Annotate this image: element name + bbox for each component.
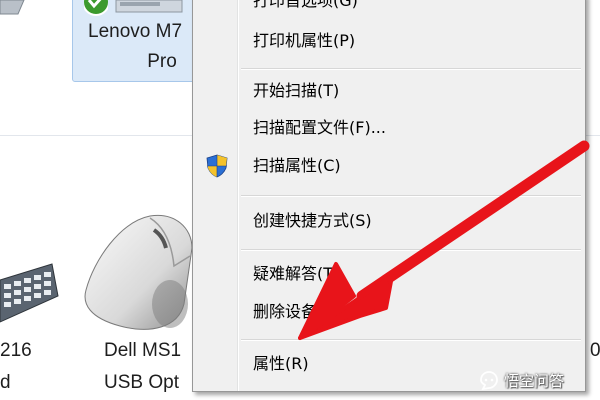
menu-icon-gutter-highlight [238, 0, 239, 391]
menu-item-label: 疑难解答(T) [253, 264, 340, 283]
menu-item-label: 属性(R) [253, 354, 309, 373]
menu-item-printing-preferences[interactable]: 打印首选项(G) [195, 0, 581, 17]
device-label-dell-mouse-line2: USB Opt [104, 372, 179, 393]
default-device-check-icon [84, 0, 108, 16]
menu-separator [241, 195, 581, 197]
device-label-partial-right: 0 [590, 340, 600, 361]
menu-item-label: 开始扫描(T) [253, 81, 340, 100]
printer-icon [115, 0, 183, 13]
menu-item-label: 扫描配置文件(F)... [253, 118, 386, 137]
context-menu: 打印首选项(G) 打印机属性(P) 开始扫描(T) 扫描配置文件(F)... 扫… [192, 0, 586, 392]
device-label-keyboard-line2: d [0, 372, 11, 393]
menu-item-label: 扫描属性(C) [253, 156, 341, 175]
menu-item-label: 删除设备 [253, 302, 318, 321]
menu-item-start-scan[interactable]: 开始扫描(T) [195, 75, 581, 107]
menu-item-label: 打印首选项(G) [253, 0, 358, 10]
menu-separator [241, 339, 581, 341]
mouse-icon[interactable] [80, 208, 200, 338]
menu-item-label: 打印机属性(P) [253, 31, 356, 50]
wukong-icon [480, 371, 498, 391]
uac-shield-icon [206, 154, 228, 178]
device-label-dell-mouse: Dell MS1 [104, 340, 182, 361]
desktop-window: Lenovo M7 Pro 216 d Dell MS1 USB Opt 0 打… [0, 0, 600, 400]
device-partial-icon [0, 0, 25, 15]
watermark: 悟空问答 [478, 368, 564, 392]
menu-item-scan-properties[interactable]: 扫描属性(C) [195, 150, 581, 182]
watermark-text: 悟空问答 [504, 371, 565, 390]
menu-item-troubleshoot[interactable]: 疑难解答(T) [195, 258, 581, 290]
menu-separator [241, 249, 581, 251]
menu-item-remove-device[interactable]: 删除设备 [195, 296, 581, 328]
keyboard-icon[interactable] [0, 262, 60, 332]
menu-item-printer-properties[interactable]: 打印机属性(P) [195, 25, 581, 57]
menu-item-create-shortcut[interactable]: 创建快捷方式(S) [195, 205, 581, 237]
menu-separator [241, 68, 581, 70]
device-label-keyboard: 216 [0, 340, 32, 361]
menu-item-scan-profiles[interactable]: 扫描配置文件(F)... [195, 112, 581, 144]
device-label-lenovo-model: Pro [147, 51, 177, 72]
menu-item-label: 创建快捷方式(S) [253, 211, 372, 230]
